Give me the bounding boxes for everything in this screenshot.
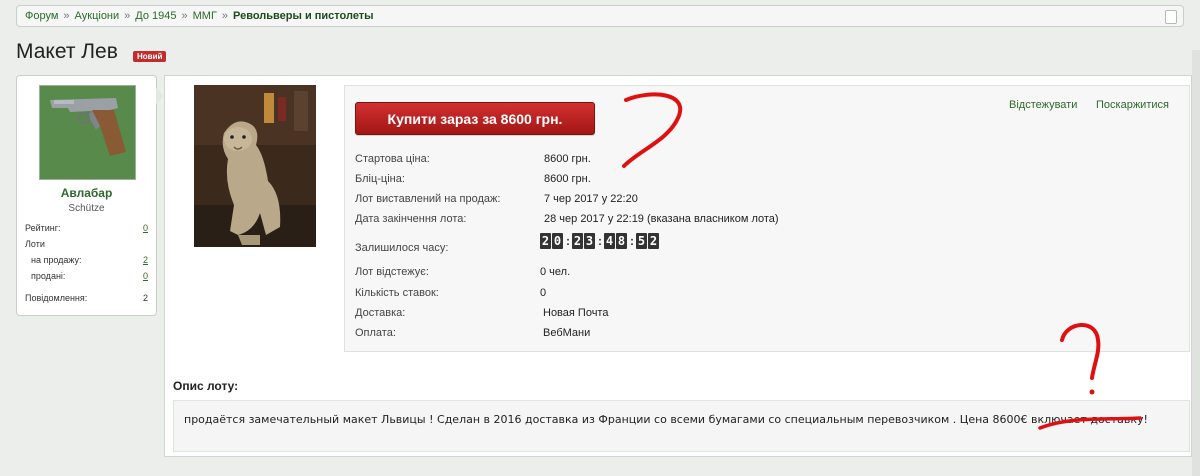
stat-rating: Рейтинг: 0 — [25, 223, 148, 233]
end-date-label: Дата закінчення лота: — [355, 213, 467, 225]
jump-menu-icon[interactable] — [1165, 10, 1177, 24]
stat-lots: Лоти — [25, 239, 148, 249]
blitz-price-label: Бліц-ціна: — [355, 173, 405, 185]
stat-messages-value: 2 — [142, 293, 148, 303]
follow-link[interactable]: Відстежувати — [1009, 99, 1077, 111]
delivery-value: Новая Почта — [543, 307, 609, 319]
timer-digit: 8 — [616, 233, 627, 249]
watchers-value: 0 чел. — [540, 266, 571, 278]
stat-sold: продані: 0 — [31, 271, 148, 281]
page-scrollbar[interactable] — [1192, 50, 1200, 476]
stat-lots-label: Лоти — [25, 239, 45, 249]
payment-label: Оплата: — [355, 327, 396, 339]
timer-colon: : — [566, 234, 570, 248]
timer-digit: 2 — [572, 233, 583, 249]
breadcrumb-mmg[interactable]: ММГ — [193, 10, 217, 22]
page-title: Макет Лев — [16, 40, 118, 63]
timer-digit: 2 — [648, 233, 659, 249]
user-name[interactable]: Авлабар — [17, 186, 156, 200]
end-date-value: 28 чер 2017 у 22:19 (вказана власником л… — [544, 213, 779, 225]
timer-digit: 0 — [552, 233, 563, 249]
stat-rating-value[interactable]: 0 — [143, 223, 148, 233]
lot-photo[interactable] — [194, 85, 316, 247]
payment-value: ВебМани — [543, 327, 591, 339]
timer-digit: 4 — [604, 233, 615, 249]
stat-messages: Повідомлення: 2 — [25, 293, 148, 303]
stat-on-sale-label: на продажу: — [31, 255, 82, 265]
breadcrumb-forum[interactable]: Форум — [25, 10, 58, 22]
user-card: Авлабар Schütze Рейтинг: 0 Лоти на прода… — [16, 75, 164, 316]
stat-messages-label: Повідомлення: — [25, 293, 88, 303]
stat-on-sale: на продажу: 2 — [31, 255, 148, 265]
user-rank: Schütze — [68, 203, 105, 214]
watchers-label: Лот відстежує: — [355, 266, 429, 278]
buy-now-button[interactable]: Купити зараз за 8600 грн. — [355, 102, 595, 135]
blitz-price-value: 8600 грн. — [544, 173, 591, 185]
stat-rating-label: Рейтинг: — [25, 223, 61, 233]
countdown-timer: 20 : 23 : 48 : 52 — [540, 233, 660, 249]
timer-digit: 3 — [584, 233, 595, 249]
bids-label: Кількість ставок: — [355, 287, 439, 299]
breadcrumb-separator: » — [221, 10, 229, 22]
breadcrumb-current: Револьверы и пистолеты — [233, 10, 374, 22]
timer-colon: : — [630, 234, 634, 248]
breadcrumb-separator: » — [63, 10, 70, 22]
new-badge: Новий — [133, 51, 167, 62]
report-link[interactable]: Поскаржитися — [1096, 99, 1169, 111]
breadcrumb-separator: » — [124, 10, 131, 22]
description-text: продаётся замечательный макет Львицы ! С… — [173, 400, 1190, 452]
breadcrumb: Форум » Аукціони » До 1945 » ММГ » Револ… — [16, 5, 1184, 27]
stat-sold-label: продані: — [31, 271, 66, 281]
listed-date-label: Лот виставлений на продаж: — [355, 193, 501, 205]
time-left-label: Залишилося часу: — [355, 242, 449, 254]
breadcrumb-separator: » — [181, 10, 188, 22]
start-price-value: 8600 грн. — [544, 153, 591, 165]
stat-on-sale-value[interactable]: 2 — [143, 255, 148, 265]
timer-digit: 5 — [636, 233, 647, 249]
description-title: Опис лоту: — [173, 379, 239, 393]
breadcrumb-before-1945[interactable]: До 1945 — [135, 10, 176, 22]
bids-value: 0 — [540, 287, 547, 299]
card-arrow — [156, 88, 164, 104]
timer-digit: 2 — [540, 233, 551, 249]
timer-colon: : — [598, 234, 602, 248]
avatar[interactable] — [39, 85, 136, 180]
start-price-label: Стартова ціна: — [355, 153, 430, 165]
stat-sold-value[interactable]: 0 — [143, 271, 148, 281]
delivery-label: Доставка: — [355, 307, 406, 319]
listed-date-value: 7 чер 2017 у 22:20 — [544, 193, 638, 205]
breadcrumb-auctions[interactable]: Аукціони — [75, 10, 120, 22]
